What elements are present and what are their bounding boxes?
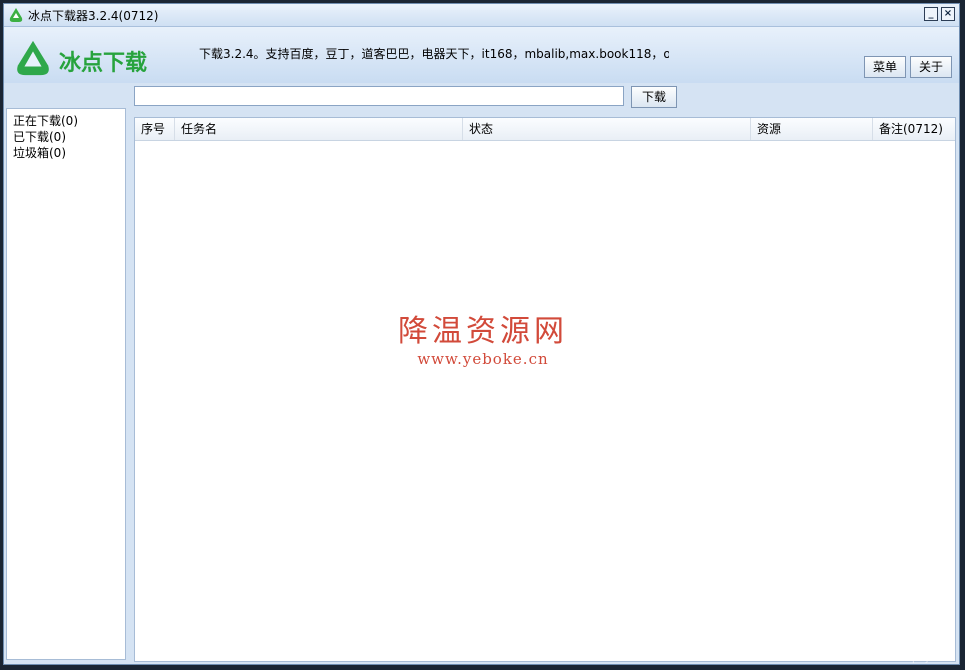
corner-watermark-line2: www.52pojie.cn [868,651,955,664]
marquee-text: 下载3.2.4。支持百度，豆丁，道客巴巴，电器天下，it168，mbalib,m… [199,47,669,61]
task-list[interactable]: 序号 任务名 状态 资源 备注(0712) [134,117,956,662]
title-bar[interactable]: 冰点下载器3.2.4(0712) _ × [4,4,959,27]
minimize-button[interactable]: _ [924,7,938,21]
watermark-title: 降温资源网 [398,314,568,349]
supported-sites-marquee: 下载3.2.4。支持百度，豆丁，道客巴巴，电器天下，it168，mbalib,m… [199,43,669,61]
task-list-header: 序号 任务名 状态 资源 备注(0712) [135,118,955,141]
download-button[interactable]: 下载 [631,86,677,108]
menu-button[interactable]: 菜单 [864,56,907,78]
app-logo-icon [9,8,23,22]
window-title: 冰点下载器3.2.4(0712) [28,9,159,23]
column-header-status[interactable]: 状态 [463,118,751,140]
url-input[interactable] [134,86,624,106]
column-header-source[interactable]: 资源 [751,118,873,140]
header-banner: 冰点下载 下载3.2.4。支持百度，豆丁，道客巴巴，电器天下，it168，mba… [4,27,959,83]
corner-watermark: 吾爱破解论坛 www.52pojie.cn [853,626,955,664]
close-button[interactable]: × [941,7,955,21]
brand-logo-icon [17,40,49,76]
column-header-notes[interactable]: 备注(0712) [873,118,955,140]
watermark-overlay: 降温资源网 www.yeboke.cn [393,306,573,368]
column-header-task-name[interactable]: 任务名 [175,118,463,140]
sidebar-item-trash[interactable]: 垃圾箱(0) [13,145,125,161]
sidebar-item-downloaded[interactable]: 已下载(0) [13,129,125,145]
corner-watermark-line1: 吾爱破解论坛 [853,631,955,651]
category-sidebar: 正在下载(0) 已下载(0) 垃圾箱(0) [6,108,126,660]
about-button[interactable]: 关于 [910,56,953,78]
brand-name: 冰点下载 [59,51,148,76]
column-header-index[interactable]: 序号 [135,118,175,140]
sidebar-item-downloading[interactable]: 正在下载(0) [13,113,125,129]
watermark-url: www.yeboke.cn [417,350,549,368]
